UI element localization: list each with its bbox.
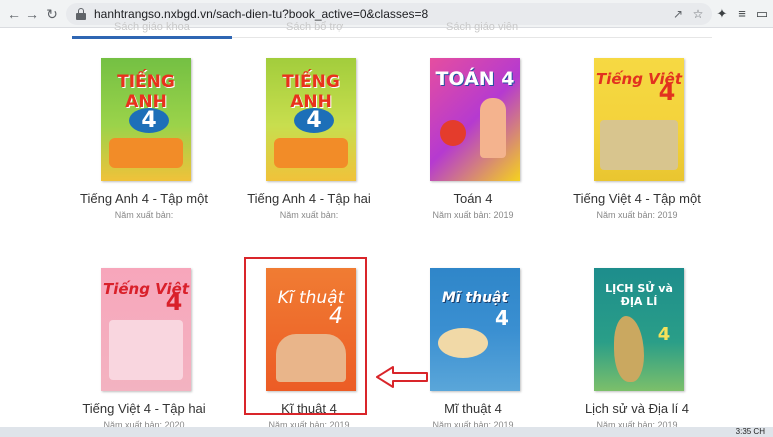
book-cover[interactable]: Tiếng Việt 4	[101, 268, 191, 391]
book-title[interactable]: Lịch sử và Địa lí 4	[557, 401, 717, 416]
arrow-left-annotation-icon	[376, 366, 428, 388]
book-cover[interactable]: LỊCH SỬ và ĐỊA LÍ 4	[594, 268, 684, 391]
side-panel-icon[interactable]: ▭	[752, 4, 772, 24]
book-title[interactable]: Mĩ thuật 4	[393, 401, 553, 416]
forward-icon[interactable]: →	[22, 4, 42, 24]
reading-list-icon[interactable]: ≡	[732, 4, 752, 24]
back-icon[interactable]: ←	[4, 4, 24, 24]
taskbar: 3:35 CH	[0, 427, 773, 437]
clock: 3:35 CH	[735, 427, 765, 436]
book-cover[interactable]: Mĩ thuật 4	[430, 268, 520, 391]
book-card[interactable]: Tiếng Việt 4 Tiếng Việt 4 - Tập hai Năm …	[64, 0, 224, 437]
book-title[interactable]: Tiếng Việt 4 - Tập hai	[64, 401, 224, 416]
highlight-box	[244, 257, 367, 415]
reload-icon[interactable]: ↻	[42, 4, 62, 24]
book-card[interactable]: LỊCH SỬ và ĐỊA LÍ 4 Lịch sử và Địa lí 4 …	[557, 0, 717, 437]
